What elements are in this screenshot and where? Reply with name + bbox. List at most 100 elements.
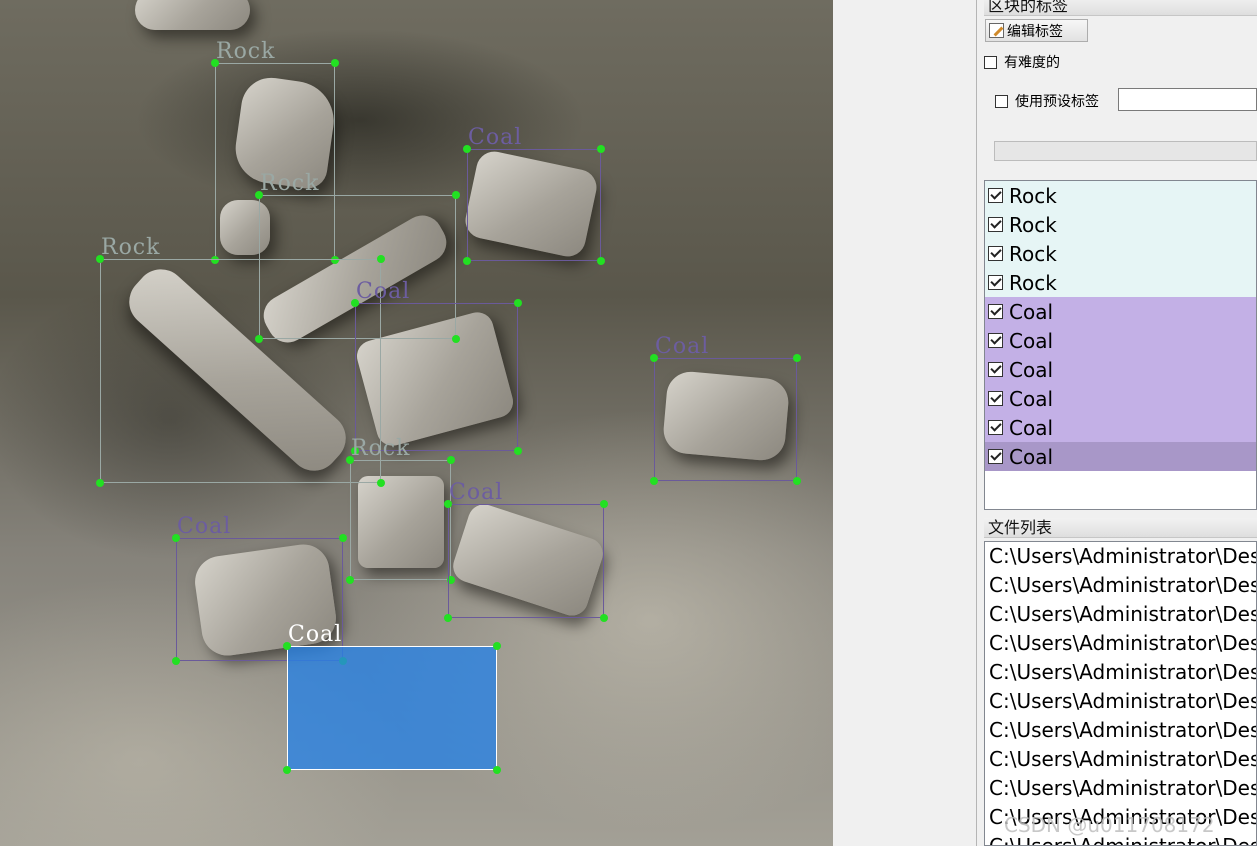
checked-checkbox-icon[interactable] bbox=[988, 449, 1003, 464]
resize-handle[interactable] bbox=[96, 255, 104, 263]
resize-handle[interactable] bbox=[463, 145, 471, 153]
resize-handle[interactable] bbox=[283, 766, 291, 774]
resize-handle[interactable] bbox=[793, 477, 801, 485]
label-list-item-coal[interactable]: Coal bbox=[985, 413, 1256, 442]
resize-handle[interactable] bbox=[452, 191, 460, 199]
image-canvas[interactable]: Rock Coal Rock Rock Coal Coal Rock Coal … bbox=[0, 0, 833, 846]
use-preset-label-checkbox[interactable]: 使用预设标签 bbox=[995, 91, 1099, 111]
resize-handle[interactable] bbox=[283, 642, 291, 650]
annotation-box-rock[interactable]: Rock bbox=[346, 436, 455, 584]
difficult-checkbox[interactable]: 有难度的 bbox=[984, 52, 1060, 72]
file-list-item[interactable]: C:\Users\Administrator\Desk bbox=[985, 745, 1256, 774]
annotation-box-rock[interactable]: Rock bbox=[96, 235, 385, 487]
annotation-box-coal[interactable]: Coal bbox=[463, 125, 605, 265]
checkbox-box[interactable] bbox=[984, 55, 997, 69]
resize-handle[interactable] bbox=[346, 576, 354, 584]
resize-handle[interactable] bbox=[172, 534, 180, 542]
file-list-item[interactable]: C:\Users\Administrator\Desk bbox=[985, 542, 1256, 571]
annotation-label: Coal bbox=[468, 125, 523, 150]
resize-handle[interactable] bbox=[331, 59, 339, 67]
checked-checkbox-icon[interactable] bbox=[988, 217, 1003, 232]
annotation-label: Rock bbox=[101, 235, 161, 260]
resize-handle[interactable] bbox=[211, 59, 219, 67]
resize-handle[interactable] bbox=[597, 145, 605, 153]
file-list-item[interactable]: C:\Users\Administrator\Desk bbox=[985, 658, 1256, 687]
box-labels-title: 区块的标签 bbox=[984, 0, 1257, 16]
checked-checkbox-icon[interactable] bbox=[988, 333, 1003, 348]
label-list-item-text: Coal bbox=[1009, 386, 1054, 411]
file-list-item[interactable]: C:\Users\Administrator\Desk bbox=[985, 774, 1256, 803]
label-list-item-rock[interactable]: Rock bbox=[985, 181, 1256, 210]
resize-handle[interactable] bbox=[351, 299, 359, 307]
label-list-item-coal-selected[interactable]: Coal bbox=[985, 442, 1256, 471]
canvas-scroll-area bbox=[833, 0, 977, 846]
checked-checkbox-icon[interactable] bbox=[988, 246, 1003, 261]
resize-handle[interactable] bbox=[650, 354, 658, 362]
resize-handle[interactable] bbox=[377, 255, 385, 263]
difficult-checkbox-label: 有难度的 bbox=[1004, 55, 1060, 71]
resize-handle[interactable] bbox=[600, 614, 608, 622]
file-list-item[interactable]: C:\Users\Administrator\Desk bbox=[985, 571, 1256, 600]
file-list[interactable]: C:\Users\Administrator\Desk C:\Users\Adm… bbox=[984, 541, 1257, 846]
preset-label-input[interactable] bbox=[1118, 88, 1257, 111]
edit-label-button-text: 编辑标签 bbox=[1007, 23, 1063, 40]
resize-handle[interactable] bbox=[255, 191, 263, 199]
annotation-label: Coal bbox=[177, 514, 232, 539]
label-list-item-coal[interactable]: Coal bbox=[985, 297, 1256, 326]
label-list[interactable]: Rock Rock Rock Rock Coal Coal Coal Coal bbox=[984, 180, 1257, 510]
annotation-label: Coal bbox=[449, 480, 504, 505]
label-list-item-text: Rock bbox=[1009, 241, 1057, 266]
label-list-item-coal[interactable]: Coal bbox=[985, 326, 1256, 355]
resize-handle[interactable] bbox=[172, 657, 180, 665]
resize-handle[interactable] bbox=[514, 299, 522, 307]
resize-handle[interactable] bbox=[444, 614, 452, 622]
label-list-item-text: Coal bbox=[1009, 357, 1054, 382]
resize-handle[interactable] bbox=[493, 766, 501, 774]
resize-handle[interactable] bbox=[493, 642, 501, 650]
annotation-label: Rock bbox=[351, 436, 411, 461]
label-list-item-rock[interactable]: Rock bbox=[985, 210, 1256, 239]
label-list-item-text: Rock bbox=[1009, 270, 1057, 295]
checked-checkbox-icon[interactable] bbox=[988, 275, 1003, 290]
resize-handle[interactable] bbox=[597, 257, 605, 265]
edit-label-button[interactable]: 编辑标签 bbox=[985, 19, 1088, 42]
resize-handle[interactable] bbox=[96, 479, 104, 487]
label-list-item-text: Coal bbox=[1009, 299, 1054, 324]
file-list-item[interactable]: C:\Users\Administrator\Desk bbox=[985, 687, 1256, 716]
checked-checkbox-icon[interactable] bbox=[988, 391, 1003, 406]
annotation-box-coal[interactable]: Coal bbox=[650, 334, 801, 485]
progress-bar bbox=[994, 141, 1257, 161]
resize-handle[interactable] bbox=[346, 456, 354, 464]
resize-handle[interactable] bbox=[600, 500, 608, 508]
annotation-box-coal-selected[interactable]: Coal bbox=[283, 622, 501, 774]
annotation-box-coal[interactable]: Coal bbox=[444, 480, 608, 622]
resize-handle[interactable] bbox=[444, 500, 452, 508]
annotation-label: Coal bbox=[655, 334, 710, 359]
annotation-box-coal[interactable]: Coal bbox=[351, 279, 522, 455]
resize-handle[interactable] bbox=[463, 257, 471, 265]
label-list-item-text: Coal bbox=[1009, 415, 1054, 440]
checked-checkbox-icon[interactable] bbox=[988, 420, 1003, 435]
file-list-item[interactable]: C:\Users\Administrator\Desk bbox=[985, 716, 1256, 745]
annotation-label: Coal bbox=[288, 622, 343, 647]
checked-checkbox-icon[interactable] bbox=[988, 188, 1003, 203]
resize-handle[interactable] bbox=[447, 456, 455, 464]
label-list-item-coal[interactable]: Coal bbox=[985, 355, 1256, 384]
label-list-item-rock[interactable]: Rock bbox=[985, 239, 1256, 268]
label-list-item-text: Coal bbox=[1009, 444, 1054, 469]
edit-icon bbox=[989, 23, 1004, 38]
resize-handle[interactable] bbox=[514, 447, 522, 455]
checked-checkbox-icon[interactable] bbox=[988, 362, 1003, 377]
checkbox-box[interactable] bbox=[995, 94, 1008, 108]
label-list-item-coal[interactable]: Coal bbox=[985, 384, 1256, 413]
rock-image bbox=[135, 0, 250, 30]
file-list-item[interactable]: C:\Users\Administrator\Desk bbox=[985, 600, 1256, 629]
resize-handle[interactable] bbox=[650, 477, 658, 485]
checked-checkbox-icon[interactable] bbox=[988, 304, 1003, 319]
resize-handle[interactable] bbox=[339, 534, 347, 542]
annotation-label: Coal bbox=[356, 279, 411, 304]
resize-handle[interactable] bbox=[793, 354, 801, 362]
label-list-item-rock[interactable]: Rock bbox=[985, 268, 1256, 297]
file-list-title: 文件列表 bbox=[984, 518, 1257, 538]
file-list-item[interactable]: C:\Users\Administrator\Desk bbox=[985, 629, 1256, 658]
